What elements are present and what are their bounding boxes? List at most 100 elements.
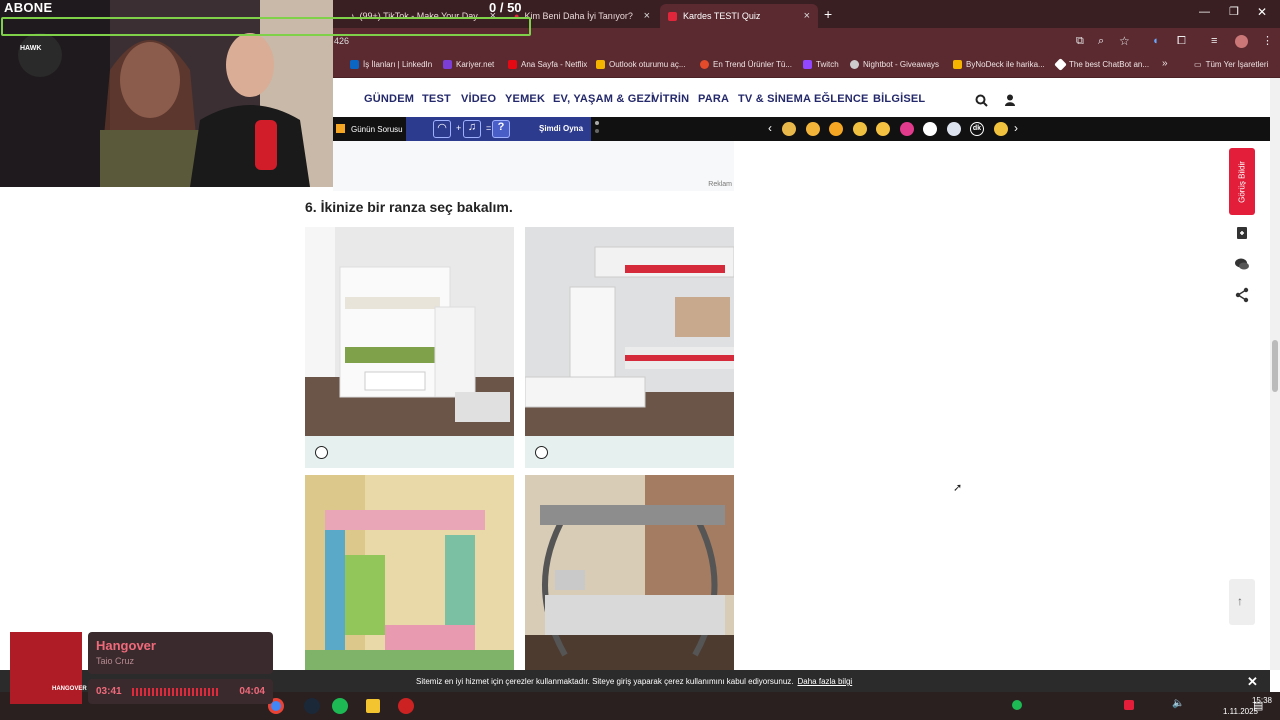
linkedin-icon (350, 60, 359, 69)
nav-vitrin[interactable]: VİTRİN (652, 93, 689, 105)
reaction-emoji-icon[interactable] (876, 122, 890, 136)
ad-box: Reklam (333, 141, 734, 191)
simdi-oyna-button[interactable]: Şimdi Oyna (539, 124, 583, 133)
minimize-button[interactable]: — (1199, 6, 1210, 18)
question-title: 6. İkinize bir ranza seç bakalım. (305, 199, 513, 215)
nav-ev-yasam[interactable]: EV, YAŞAM & GEZİ (553, 93, 654, 105)
reaction-emoji-icon[interactable] (923, 122, 937, 136)
track-info: Hangover Taio Cruz (88, 632, 273, 674)
nav-gundem[interactable]: GÜNDEM (364, 93, 414, 105)
bookmark-twitch[interactable]: Twitch (803, 60, 839, 69)
option-radio[interactable] (535, 446, 548, 459)
cookie-close-button[interactable]: ✕ (1247, 674, 1258, 690)
close-tab-icon[interactable]: × (644, 10, 650, 22)
bookmark-star-icon[interactable]: ☆ (1119, 34, 1130, 48)
song-artist: Taio Cruz (96, 656, 135, 666)
clock-time[interactable]: 15:38 (1223, 696, 1272, 705)
progress-waveform (132, 688, 221, 696)
nav-tv-sinema[interactable]: TV & SİNEMA (738, 93, 811, 105)
option-card-4[interactable] (525, 475, 734, 670)
gunun-sorusu-box[interactable]: ◠ + ♫ = ? Şimdi Oyna (406, 117, 591, 141)
bookmark-kariyer[interactable]: Kariyer.net (443, 60, 494, 69)
spotify-icon[interactable] (332, 698, 348, 714)
spotify-tray-icon[interactable] (1012, 700, 1022, 710)
bookmark-bynodeck[interactable]: ByNoDeck ile harika... (953, 60, 1045, 69)
all-bookmarks-button[interactable]: ▭ Tüm Yer İşaretleri (1194, 60, 1268, 69)
reaction-emoji-icon[interactable] (946, 122, 961, 136)
extensions-puzzle-icon[interactable]: ⧠ (1177, 35, 1186, 48)
reaction-emoji-icon[interactable] (852, 122, 867, 136)
zoom-icon[interactable]: ⌕ (1098, 35, 1104, 48)
chevron-right-icon[interactable]: › (1014, 121, 1018, 135)
equals-icon: = (486, 123, 492, 133)
feedback-button[interactable]: Görüş Bildir (1229, 148, 1255, 215)
reaction-emoji-icon[interactable] (782, 122, 796, 136)
profile-avatar[interactable] (1235, 35, 1248, 48)
reaction-emoji-icon[interactable] (805, 122, 820, 136)
nav-eglence[interactable]: EĞLENCE (814, 93, 869, 105)
tray-app-icon[interactable] (1124, 700, 1134, 710)
chair-logo: HAWK (20, 45, 42, 52)
kariyer-icon (443, 60, 452, 69)
cast-icon[interactable]: ⧉ (1076, 35, 1084, 48)
folder-icon: ▭ (1194, 60, 1202, 69)
close-tab-icon[interactable]: × (804, 10, 810, 22)
bookmarks-overflow-button[interactable]: » (1162, 58, 1168, 69)
new-tab-button[interactable]: + (824, 6, 832, 22)
nav-video[interactable]: VİDEO (461, 93, 496, 105)
nav-yemek[interactable]: YEMEK (505, 93, 545, 105)
share-icon[interactable] (1234, 287, 1250, 303)
nightbot-icon (850, 60, 859, 69)
reaction-emoji-icon[interactable] (899, 122, 914, 136)
search-icon[interactable] (975, 94, 988, 107)
bunk-bed-image (305, 475, 514, 670)
extension-icon[interactable]: ◖ (1152, 35, 1159, 47)
obs-icon[interactable] (398, 698, 414, 714)
subscribe-goal-bar (1, 17, 531, 36)
bookmark-outlook[interactable]: Outlook oturumu aç... (596, 60, 685, 69)
question-mark-icon: ? (492, 120, 510, 138)
back-to-top-button[interactable]: ↑ (1229, 579, 1255, 625)
volume-icon[interactable]: 🔈 (1172, 698, 1184, 709)
bookmark-icon[interactable] (1234, 225, 1250, 241)
subscribe-counter: 0 / 50 (489, 0, 522, 15)
scrollbar-thumb[interactable] (1272, 340, 1278, 392)
comments-icon[interactable] (1234, 256, 1250, 272)
window-close-button[interactable]: ✕ (1257, 5, 1267, 19)
bookmark-chatbot[interactable]: The best ChatBot an... (1054, 58, 1149, 71)
bookmark-nightbot[interactable]: Nightbot - Giveaways (850, 60, 939, 69)
game-logo-icon (336, 124, 345, 133)
cookie-more-info-link[interactable]: Daha fazla bilgi (798, 677, 853, 686)
bookmark-trend[interactable]: En Trend Ürünler Tü... (700, 60, 792, 69)
page-scrollbar[interactable] (1270, 78, 1280, 670)
steam-icon[interactable] (304, 698, 320, 714)
option-card-1[interactable] (305, 227, 514, 468)
site-nav: GÜNDEM TEST VİDEO YEMEK EV, YAŞAM & GEZİ… (333, 81, 1270, 117)
tab-label: Kim Beni Daha İyi Tanıyor? | Eğl (524, 11, 636, 21)
chevron-left-icon[interactable]: ‹ (768, 121, 772, 135)
tab-kardes-testi[interactable]: Kardes TESTI Quiz × (660, 4, 818, 28)
bunk-bed-image (525, 227, 734, 436)
restore-button[interactable]: ❐ (1229, 5, 1239, 18)
cookie-text-wrap: Sitemiz en iyi hizmet için çerezler kull… (416, 677, 852, 686)
notifications-icon[interactable]: ▤ (1253, 699, 1263, 712)
bookmark-linkedin[interactable]: İş İlanları | LinkedIn (350, 60, 432, 69)
reading-list-icon[interactable]: ≡ (1211, 35, 1217, 47)
option-footer (305, 436, 514, 468)
nav-test[interactable]: TEST (422, 93, 451, 105)
option-radio[interactable] (315, 446, 328, 459)
bookmark-netflix[interactable]: Ana Sayfa - Netflix (508, 60, 587, 69)
bookmark-label: Twitch (816, 60, 839, 69)
reaction-emoji-icon[interactable]: dk (970, 122, 984, 136)
option-card-2[interactable] (525, 227, 734, 468)
chatbot-icon (1054, 58, 1067, 71)
file-explorer-icon[interactable] (366, 699, 380, 713)
nav-para[interactable]: PARA (698, 93, 729, 105)
user-icon[interactable] (1004, 94, 1016, 106)
nav-bilgisel[interactable]: BİLGİSEL (873, 93, 925, 105)
url-fragment[interactable]: 426 (334, 36, 349, 46)
menu-kebab-icon[interactable]: ⋮ (1262, 34, 1273, 47)
reaction-emoji-icon[interactable] (829, 122, 843, 136)
reaction-emoji-icon[interactable] (993, 122, 1008, 136)
option-card-3[interactable] (305, 475, 514, 670)
